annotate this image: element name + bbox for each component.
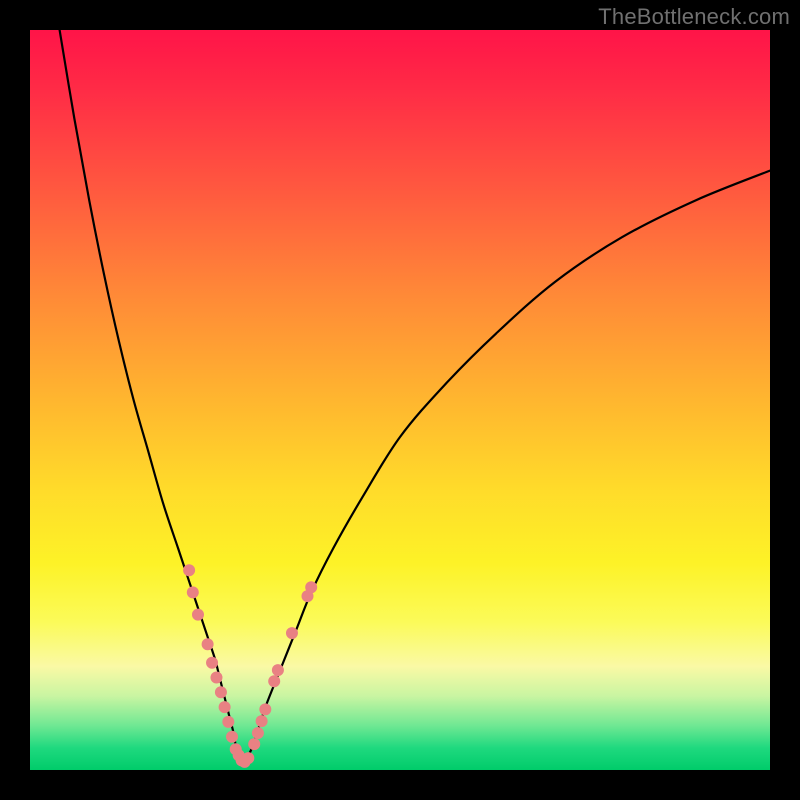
marker-layer [183, 564, 317, 768]
plot-area [30, 30, 770, 770]
data-marker [272, 664, 284, 676]
chart-svg [30, 30, 770, 770]
data-marker [259, 703, 271, 715]
data-marker [226, 731, 238, 743]
data-marker [215, 686, 227, 698]
curve-right-branch [245, 171, 770, 763]
data-marker [192, 609, 204, 621]
data-marker [248, 738, 260, 750]
data-marker [256, 715, 268, 727]
data-marker [219, 701, 231, 713]
chart-frame: TheBottleneck.com [0, 0, 800, 800]
watermark-text: TheBottleneck.com [598, 4, 790, 30]
data-marker [252, 727, 264, 739]
data-marker [286, 627, 298, 639]
data-marker [210, 672, 222, 684]
data-marker [305, 581, 317, 593]
data-marker [187, 586, 199, 598]
data-marker [268, 675, 280, 687]
data-marker [183, 564, 195, 576]
data-marker [202, 638, 214, 650]
data-marker [206, 657, 218, 669]
data-marker [242, 752, 254, 764]
data-marker [222, 716, 234, 728]
curve-layer [60, 30, 770, 763]
